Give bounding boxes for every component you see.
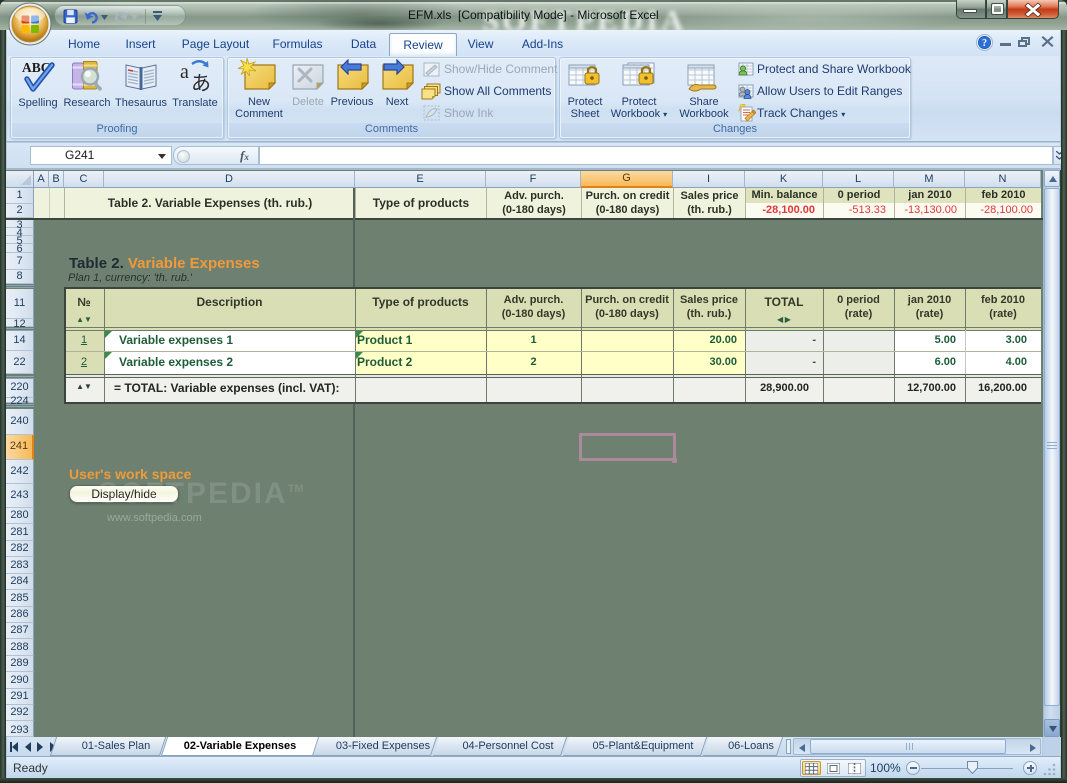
svg-text:?: ? — [982, 38, 987, 49]
